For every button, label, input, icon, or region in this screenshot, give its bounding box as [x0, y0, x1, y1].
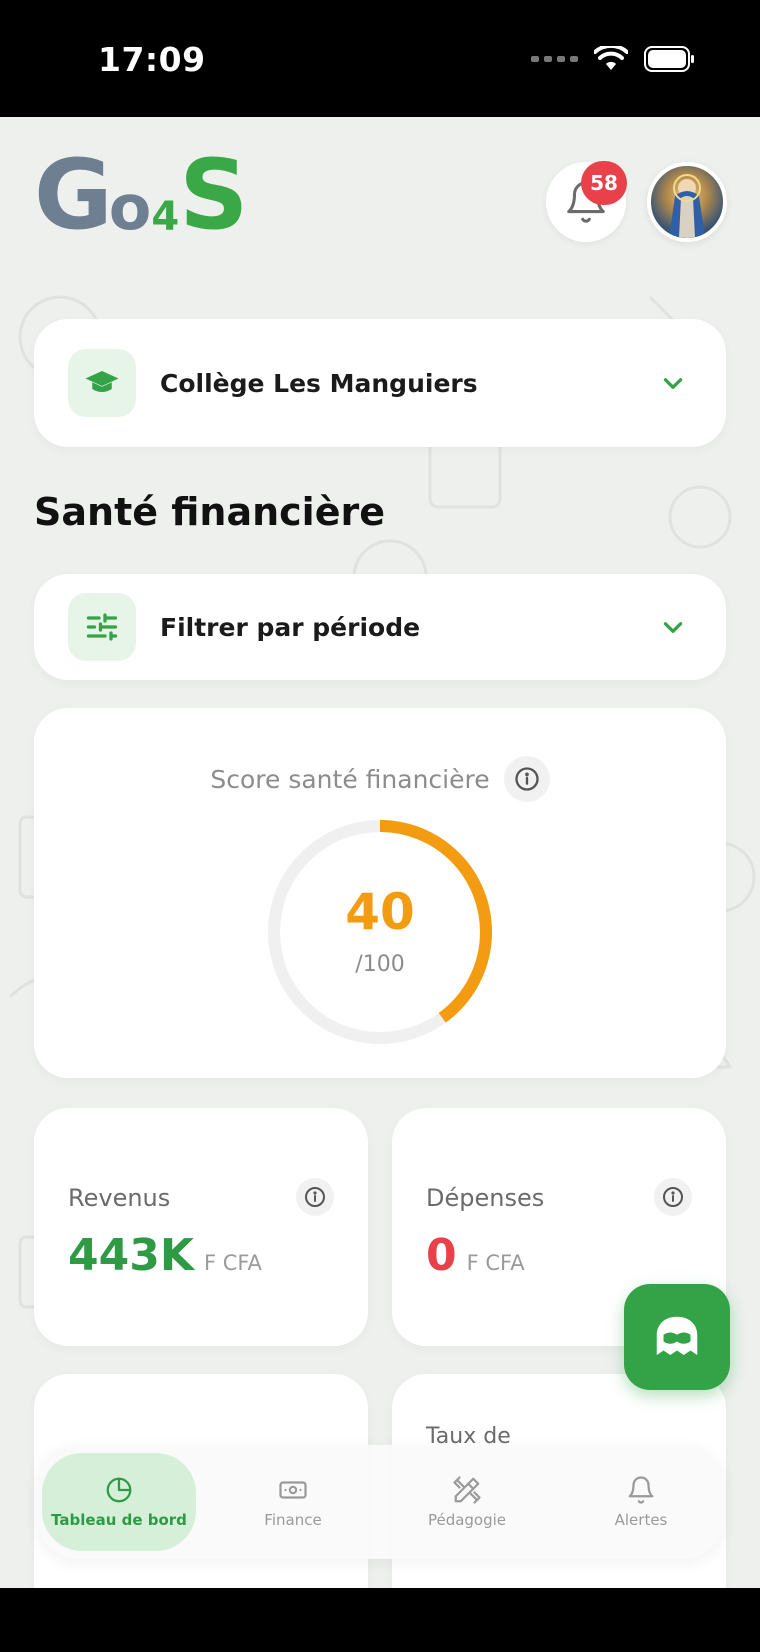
home-indicator-area — [0, 1588, 760, 1652]
cellular-signal-icon — [531, 56, 578, 62]
nav-tab-alerts[interactable]: Alertes — [564, 1453, 718, 1551]
sliders-icon — [86, 613, 118, 641]
nav-tab-finance[interactable]: Finance — [216, 1453, 370, 1551]
info-icon — [305, 1187, 325, 1207]
info-icon — [514, 767, 539, 791]
banknote-icon — [279, 1481, 307, 1499]
score-max: /100 — [355, 952, 405, 977]
period-filter-label: Filtrer par période — [160, 612, 421, 642]
period-filter[interactable]: Filtrer par période — [34, 574, 726, 680]
school-name: Collège Les Manguiers — [160, 368, 478, 398]
notification-count-badge: 58 — [581, 161, 627, 205]
nav-tab-pedagogy[interactable]: Pédagogie — [390, 1453, 544, 1551]
chatbot-button[interactable] — [624, 1284, 730, 1390]
battery-icon — [644, 46, 694, 72]
expenses-label: Dépenses — [426, 1184, 545, 1212]
status-bar: 17:09 — [0, 0, 760, 117]
graduation-cap-icon — [85, 371, 119, 392]
score-value: 40 — [345, 883, 415, 941]
score-label: Score santé financière — [210, 764, 490, 794]
revenue-label: Revenus — [68, 1184, 171, 1212]
expenses-value-row: 0 F CFA — [426, 1230, 525, 1281]
revenue-unit: F CFA — [203, 1251, 262, 1275]
bottom-navigation: Tableau de bord Finance Pédagogie Alerte… — [38, 1445, 724, 1559]
revenue-card: Revenus 443K F CFA — [34, 1108, 368, 1346]
financial-health-score-card: Score santé financière 40 /100 — [34, 708, 726, 1078]
expenses-unit: F CFA — [466, 1251, 525, 1275]
chart-pie-icon — [106, 1477, 132, 1503]
school-selector[interactable]: Collège Les Manguiers — [34, 319, 726, 447]
chevron-down-icon — [663, 622, 683, 633]
score-header: Score santé financière — [34, 756, 726, 802]
status-icons — [531, 46, 696, 72]
score-info-button[interactable] — [503, 756, 550, 802]
go4s-logo: Go4S — [34, 139, 248, 251]
expenses-info-button[interactable] — [654, 1178, 692, 1216]
wifi-icon — [594, 46, 628, 70]
nav-label-alerts: Alertes — [614, 1511, 668, 1529]
robot-icon — [656, 1316, 698, 1355]
revenue-value: 443K — [68, 1230, 194, 1281]
info-icon — [663, 1187, 683, 1207]
nav-label-finance: Finance — [264, 1511, 322, 1529]
nav-label-dashboard: Tableau de bord — [51, 1511, 187, 1529]
revenue-info-button[interactable] — [296, 1178, 334, 1216]
status-time: 17:09 — [98, 40, 206, 79]
revenue-value-row: 443K F CFA — [68, 1230, 262, 1281]
profile-picture — [669, 174, 705, 238]
nav-label-pedagogy: Pédagogie — [427, 1511, 507, 1529]
chevron-down-icon — [663, 378, 683, 389]
expenses-value: 0 — [426, 1230, 457, 1281]
avatar[interactable] — [647, 162, 727, 242]
section-title: Santé financière — [34, 490, 385, 534]
pencil-ruler-icon — [453, 1476, 481, 1504]
filter-icon-box — [68, 593, 136, 661]
app-screen: Go4S 58 Collège Les Manguiers Santé fina… — [0, 117, 760, 1588]
graduation-cap-icon-box — [68, 349, 136, 417]
nav-tab-dashboard[interactable]: Tableau de bord — [42, 1453, 196, 1551]
bell-icon — [628, 1476, 654, 1504]
